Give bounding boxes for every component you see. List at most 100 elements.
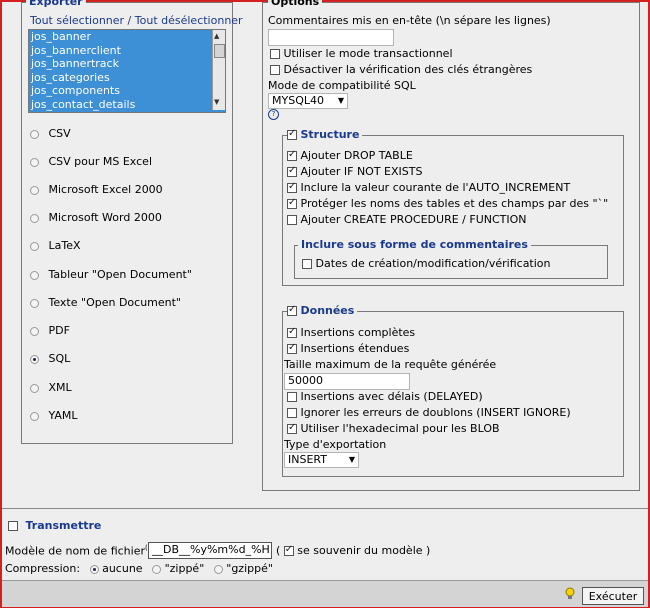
dates-option[interactable]: Dates de création/modification/vérificat… (302, 257, 551, 270)
radio-icon[interactable] (30, 129, 39, 139)
filename-label: Modèle de nom de fichier (5, 544, 145, 558)
checkbox-icon[interactable] (283, 544, 294, 556)
format-label: PDF (48, 324, 70, 337)
checkbox-icon[interactable] (287, 392, 297, 402)
help-icon[interactable]: ? (268, 109, 279, 120)
radio-icon[interactable] (30, 354, 39, 364)
ignore-option[interactable]: Ignorer les erreurs de doublons (INSERT … (287, 406, 571, 419)
lightbulb-icon (565, 587, 575, 599)
format-pdf[interactable]: PDF (30, 324, 70, 337)
filename-input[interactable]: __DB__%y%m%d_%H (148, 542, 272, 559)
checkbox-icon[interactable] (287, 326, 297, 338)
compat-label: Mode de compatibilité SQL (268, 79, 416, 92)
radio-icon[interactable] (30, 157, 39, 167)
option-label: Ajouter CREATE PROCEDURE / FUNCTION (300, 213, 527, 226)
format-ods[interactable]: Tableur "Open Document" (30, 268, 192, 281)
list-item[interactable]: jos_contact_details (29, 98, 225, 112)
data-legend-row[interactable]: Données (287, 304, 358, 317)
delayed-option[interactable]: Insertions avec délais (DELAYED) (287, 390, 483, 403)
format-yaml[interactable]: YAML (30, 409, 78, 422)
format-word[interactable]: Microsoft Word 2000 (30, 211, 162, 224)
list-item[interactable]: jos_categories (29, 71, 225, 85)
radio-icon[interactable] (213, 564, 223, 574)
structure-item[interactable]: Protéger les noms des tables et des cham… (287, 197, 608, 210)
option-label: Utiliser l'hexadecimal pour les BLOB (300, 422, 500, 435)
option-label: Insertions complètes (300, 326, 416, 339)
transmit-divider (2, 508, 648, 509)
structure-item[interactable]: Ajouter CREATE PROCEDURE / FUNCTION (287, 213, 527, 226)
format-latex[interactable]: LaTeX (30, 239, 81, 252)
structure-item[interactable]: Ajouter DROP TABLE (287, 149, 413, 162)
checkbox-icon[interactable] (287, 197, 297, 209)
checkbox-icon[interactable] (287, 165, 297, 177)
scroll-up-icon[interactable]: ▲ (214, 30, 219, 44)
format-excel[interactable]: Microsoft Excel 2000 (30, 183, 163, 196)
compression-none[interactable]: aucune (102, 562, 142, 575)
checkbox-icon[interactable] (287, 422, 297, 434)
compression-gzip[interactable]: "gzippé" (226, 562, 273, 575)
scroll-thumb[interactable] (214, 44, 225, 58)
radio-icon[interactable] (30, 298, 39, 308)
radio-icon[interactable] (30, 185, 39, 195)
checkbox-icon[interactable] (287, 304, 297, 316)
format-odt[interactable]: Texte "Open Document" (30, 296, 181, 309)
radio-icon[interactable] (30, 411, 39, 421)
max-query-label: Taille maximum de la requête générée (284, 358, 497, 371)
format-label: SQL (48, 352, 71, 365)
execute-button[interactable]: Exécuter (582, 587, 644, 605)
checkbox-icon[interactable] (270, 65, 280, 75)
chevron-down-icon: ▼ (337, 96, 344, 105)
comments-input[interactable] (268, 29, 394, 46)
structure-item[interactable]: Ajouter IF NOT EXISTS (287, 165, 422, 178)
hex-blob-option[interactable]: Utiliser l'hexadecimal pour les BLOB (287, 422, 500, 435)
export-type-select[interactable]: INSERT ▼ (284, 452, 359, 468)
option-label: Insertions étendues (300, 342, 410, 355)
table-listbox[interactable]: jos_banner jos_bannerclient jos_bannertr… (28, 29, 226, 113)
select-value: INSERT (288, 453, 327, 466)
list-item[interactable]: jos_bannertrack (29, 57, 225, 71)
structure-item[interactable]: Inclure la valeur courante de l'AUTO_INC… (287, 181, 570, 194)
transmit-toggle[interactable]: Transmettre (8, 519, 101, 532)
transaction-option[interactable]: Utiliser le mode transactionnel (270, 47, 453, 60)
checkbox-icon[interactable] (302, 259, 312, 269)
option-label: Ajouter IF NOT EXISTS (300, 165, 423, 178)
disable-fk-option[interactable]: Désactiver la vérification des clés étra… (270, 63, 532, 76)
checkbox-icon[interactable] (287, 342, 297, 354)
list-item[interactable]: jos_bannerclient (29, 44, 225, 58)
format-csv[interactable]: CSV (30, 127, 71, 140)
listbox-scrollbar[interactable]: ▲ ▼ (212, 30, 225, 110)
checkbox-icon[interactable] (287, 128, 297, 140)
select-all-link[interactable]: Tout sélectionner / Tout désélectionner (30, 14, 243, 27)
structure-legend-row[interactable]: Structure (287, 128, 363, 141)
format-csv-excel[interactable]: CSV pour MS Excel (30, 155, 152, 168)
extended-inserts-option[interactable]: Insertions étendues (287, 342, 409, 355)
checkbox-icon[interactable] (287, 149, 297, 161)
radio-icon[interactable] (89, 564, 99, 574)
checkbox-icon[interactable] (287, 181, 297, 193)
list-item[interactable]: jos_banner (29, 30, 225, 44)
checkbox-icon[interactable] (270, 49, 280, 59)
radio-icon[interactable] (152, 564, 162, 574)
list-item[interactable]: jos_components (29, 84, 225, 98)
radio-icon[interactable] (30, 270, 39, 280)
compat-select[interactable]: MYSQL40 ▼ (268, 93, 348, 109)
compression-zip[interactable]: "zippé" (165, 562, 205, 575)
radio-icon[interactable] (30, 213, 39, 223)
select-value: MYSQL40 (272, 94, 324, 107)
format-label: Texte "Open Document" (48, 296, 182, 309)
format-sql[interactable]: SQL (30, 352, 70, 365)
checkbox-icon[interactable] (8, 521, 18, 531)
radio-icon[interactable] (30, 383, 39, 393)
option-label: Ajouter DROP TABLE (300, 149, 413, 162)
radio-icon[interactable] (30, 326, 39, 336)
option-label: Ignorer les erreurs de doublons (INSERT … (300, 406, 571, 419)
comments-legend: Inclure sous forme de commentaires (298, 238, 531, 251)
checkbox-icon[interactable] (287, 215, 297, 225)
format-xml[interactable]: XML (30, 381, 72, 394)
radio-icon[interactable] (30, 241, 39, 251)
max-query-input[interactable]: 50000 (284, 373, 410, 390)
scroll-down-icon[interactable]: ▼ (214, 96, 219, 110)
complete-inserts-option[interactable]: Insertions complètes (287, 326, 415, 339)
remember-row[interactable]: ( se souvenir du modèle ) (276, 544, 430, 557)
checkbox-icon[interactable] (287, 408, 297, 418)
